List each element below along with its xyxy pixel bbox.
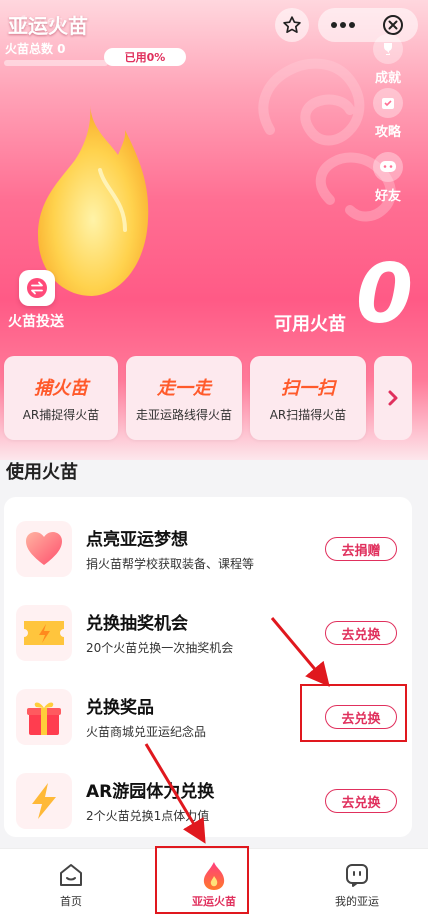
- list-item: 兑换抽奖机会 20个火苗兑换一次抽奖机会 去兑换: [4, 591, 412, 675]
- card-title: 走一走: [157, 378, 211, 399]
- chevron-right-icon: [388, 390, 398, 406]
- donate-button[interactable]: 去捐赠: [325, 537, 397, 561]
- heart-icon: [16, 521, 72, 577]
- card-subtitle: 走亚运路线得火苗: [135, 408, 232, 422]
- list-item-desc: 捐火苗帮学校获取装备、课程等: [86, 557, 255, 571]
- tab-home[interactable]: 首页: [0, 849, 142, 918]
- list-item: AR游园体力兑换 2个火苗兑换1点体力值 去兑换: [4, 759, 412, 843]
- side-item-friends[interactable]: 好友: [364, 152, 412, 204]
- list-item-desc: 2个火苗兑换1点体力值: [86, 809, 210, 823]
- available-flames-count: 0: [356, 247, 414, 342]
- lightning-icon: [16, 773, 72, 829]
- card-scan[interactable]: 扫一扫 AR扫描得火苗: [250, 356, 366, 440]
- tab-label: 我的亚运: [335, 895, 379, 908]
- highlight-box: [300, 684, 407, 742]
- card-walk[interactable]: 走一走 走亚运路线得火苗: [126, 356, 242, 440]
- redeem-stamina-button[interactable]: 去兑换: [325, 789, 397, 813]
- star-icon: [283, 16, 301, 34]
- list-item-title: 兑换抽奖机会: [86, 614, 188, 634]
- flame-send-label: 火苗投送: [8, 314, 64, 330]
- side-item-guide[interactable]: 攻略: [364, 88, 412, 140]
- section-title: 使用火苗: [6, 462, 78, 483]
- profile-icon: [286, 861, 428, 891]
- list-item: 点亮亚运梦想 捐火苗帮学校获取装备、课程等 去捐赠: [4, 507, 412, 591]
- gift-icon: [16, 689, 72, 745]
- side-item-label: 好友: [374, 189, 401, 204]
- card-title: 捕火苗: [34, 378, 88, 399]
- card-subtitle: AR扫描得火苗: [269, 408, 347, 422]
- list-item-title: 点亮亚运梦想: [86, 530, 188, 550]
- close-icon: [383, 15, 403, 35]
- trophy-icon: [373, 34, 403, 64]
- friends-icon: [373, 152, 403, 182]
- guide-icon: [373, 88, 403, 118]
- side-item-label: 攻略: [374, 125, 401, 140]
- home-icon: [0, 861, 142, 891]
- flame-illustration: [38, 105, 149, 296]
- card-subtitle: AR捕捉得火苗: [22, 408, 100, 422]
- available-flames-label: 可用火苗: [274, 314, 346, 335]
- list-item-title: AR游园体力兑换: [86, 782, 215, 802]
- more-button[interactable]: [318, 8, 368, 42]
- list-item-title: 兑换奖品: [86, 698, 154, 718]
- usage-progress-bar: [4, 60, 108, 66]
- list-item-desc: 火苗商城兑亚运纪念品: [86, 725, 207, 739]
- highlight-box: [155, 846, 249, 914]
- side-item-achievements[interactable]: 成就: [364, 34, 412, 86]
- tab-my-asian-games[interactable]: 我的亚运: [286, 849, 428, 918]
- tab-label: 首页: [60, 895, 82, 908]
- flame-send-button[interactable]: [19, 270, 55, 306]
- used-percent-badge: 已用0%: [104, 48, 186, 66]
- use-flames-list: 点亮亚运梦想 捐火苗帮学校获取装备、课程等 去捐赠 兑换抽奖机会 20个火苗兑换…: [4, 497, 412, 837]
- favorite-button[interactable]: [275, 8, 309, 42]
- card-catch-flames[interactable]: 捕火苗 AR捕捉得火苗: [4, 356, 118, 440]
- total-flames-label: 火苗总数 0: [5, 42, 66, 56]
- cards-next-button[interactable]: [374, 356, 412, 440]
- ticket-icon: [16, 605, 72, 661]
- list-item-desc: 20个火苗兑换一次抽奖机会: [86, 641, 234, 655]
- more-dots-icon: [331, 22, 355, 28]
- side-item-label: 成就: [374, 71, 401, 86]
- app-title: 亚运火苗: [8, 14, 88, 38]
- transfer-icon: [27, 278, 47, 298]
- card-title: 扫一扫: [281, 378, 335, 399]
- redeem-lottery-button[interactable]: 去兑换: [325, 621, 397, 645]
